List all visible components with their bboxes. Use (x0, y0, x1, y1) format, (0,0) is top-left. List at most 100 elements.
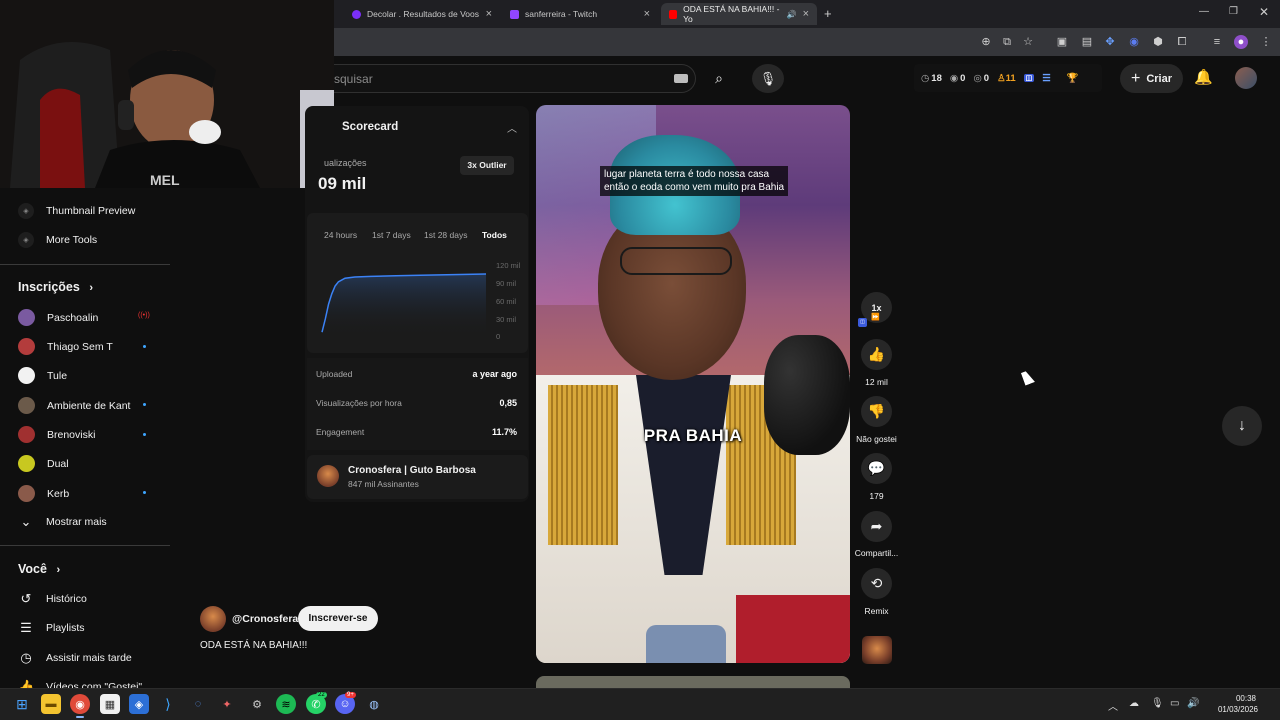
search-button[interactable]: ⌕ (700, 64, 738, 93)
comments-button[interactable]: 💬 (861, 453, 892, 484)
live-indicator-icon: ((•)) (138, 312, 150, 319)
menu-kebab-icon[interactable]: ⋮ (1259, 35, 1273, 49)
next-video-button[interactable]: ↓ (1222, 406, 1262, 446)
vscode-icon[interactable]: ⟩ (158, 694, 178, 714)
extension-icon[interactable]: ◉ (1127, 35, 1141, 49)
extension-icon[interactable]: ✥ (1103, 35, 1117, 49)
keyboard-icon[interactable] (674, 74, 688, 83)
channel-name[interactable]: Cronosfera | Guto Barbosa (348, 465, 476, 476)
arrow-down-icon: ↓ (1238, 417, 1246, 434)
list-icon[interactable]: ☰ (1042, 73, 1051, 84)
subscribe-button[interactable]: Inscrever-se (298, 606, 378, 631)
app-icon[interactable]: ⚙ (247, 694, 267, 714)
range-tab-all[interactable]: Todos (482, 230, 507, 240)
chrome-icon[interactable]: ◉ (70, 694, 90, 718)
close-tab-icon[interactable]: × (644, 8, 650, 20)
sidebar-show-more[interactable]: ⌄ Mostrar mais (18, 514, 107, 530)
close-window-icon[interactable]: ✕ (1259, 5, 1269, 19)
sidebar-item-thiago-sem-t[interactable]: Thiago Sem T (18, 338, 113, 355)
stat-label-uploaded: Uploaded (316, 369, 353, 379)
sidebar-item-dual[interactable]: Dual (18, 455, 69, 472)
sound-thumbnail[interactable] (862, 636, 892, 664)
clock-icon: ◷ (921, 72, 930, 84)
profile-icon[interactable]: ● (1234, 35, 1248, 49)
extension-logo-icon[interactable]: ◫ (1023, 74, 1035, 82)
extension-stats-bar[interactable]: ◷ 18 ◉ 0 ◎ 0 ♙11 ◫ ☰ 🏆 (914, 64, 1102, 92)
app-icon[interactable]: ✦ (217, 694, 237, 714)
clock-icon: ◷ (20, 650, 32, 665)
channel-avatar[interactable] (200, 606, 226, 632)
channel-handle[interactable]: @Cronosfera (232, 613, 298, 625)
volume-icon[interactable]: 🔊 (1187, 698, 1199, 709)
remix-button[interactable]: ⟲ (861, 568, 892, 599)
search-input[interactable]: squisar (334, 72, 373, 86)
install-app-icon[interactable]: ⧉ (1000, 35, 1014, 49)
notifications-bell-icon[interactable]: 🔔 (1194, 68, 1213, 86)
chevron-up-icon[interactable]: ︿ (507, 120, 517, 135)
media-controls-icon[interactable]: ≡ (1210, 35, 1224, 49)
tab-title: sanferreira - Twitch (525, 9, 598, 19)
sidebar-item-ambiente-de-kant[interactable]: Ambiente de Kant (18, 397, 130, 414)
file-explorer-icon[interactable]: ▬ (41, 694, 61, 714)
sidebar-item-more-tools[interactable]: ◈ More Tools (18, 232, 97, 248)
you-header[interactable]: Você › (18, 562, 60, 576)
account-avatar[interactable] (1235, 67, 1257, 89)
range-tab-28d[interactable]: 1st 28 days (424, 230, 467, 240)
extension-icon[interactable]: ▣ (1055, 35, 1069, 49)
channel-card[interactable] (307, 455, 528, 499)
voice-search-button[interactable]: 🎙 (752, 64, 784, 93)
sidebar-item-tule[interactable]: Tule (18, 367, 67, 384)
dislike-button[interactable]: 👎 (861, 396, 892, 427)
browser-tab-youtube[interactable]: ODA ESTÁ NA BAHIA!!! - Yo 🔊 × (661, 3, 817, 25)
clock-time[interactable]: 00:38 (1222, 694, 1270, 703)
audio-playing-icon[interactable]: 🔊 (787, 10, 797, 19)
clock-date[interactable]: 01/03/2026 (1206, 705, 1270, 714)
steam-icon[interactable]: ◍ (364, 694, 384, 714)
minimize-icon[interactable]: — (1199, 6, 1209, 17)
browser-tab-decolar[interactable]: Decolar . Resultados de Voos × (344, 3, 500, 25)
chevron-down-icon: ⌄ (20, 514, 32, 529)
channel-avatar (18, 397, 35, 414)
new-content-dot (143, 433, 146, 436)
channel-avatar (317, 465, 339, 487)
create-button[interactable]: + Criar (1120, 64, 1183, 93)
sidebar-item-watch-later[interactable]: ◷ Assistir mais tarde (18, 650, 131, 666)
range-tab-24h[interactable]: 24 hours (324, 230, 357, 240)
extension-icon[interactable]: ▤ (1080, 35, 1094, 49)
windows-start-icon[interactable]: ⊞ (12, 694, 32, 714)
sidebar-item-playlists[interactable]: ☰ Playlists (18, 620, 84, 636)
streamer-webcam-image: MEL (0, 0, 334, 188)
store-icon[interactable]: ▦ (100, 694, 120, 714)
new-tab-icon[interactable]: + (824, 6, 832, 21)
sidebar-item-brenoviski[interactable]: Brenoviski (18, 426, 95, 443)
network-icon[interactable]: ▭ (1170, 698, 1179, 709)
bookmark-star-icon[interactable]: ☆ (1021, 35, 1035, 49)
edge-like-icon[interactable]: ◈ (129, 694, 149, 714)
browser-tab-twitch[interactable]: sanferreira - Twitch × (502, 3, 658, 25)
comment-icon: 💬 (867, 460, 886, 476)
close-tab-icon[interactable]: × (803, 8, 809, 20)
subscriptions-header[interactable]: Inscrições › (18, 280, 93, 294)
sidebar-item-thumbnail-preview[interactable]: ◈ Thumbnail Preview (18, 203, 135, 219)
microphone-icon[interactable]: 🎙 (1151, 698, 1164, 709)
sidebar-item-paschoalin[interactable]: Paschoalin (18, 309, 98, 326)
extensions-puzzle-icon[interactable]: ⧠ (1175, 35, 1189, 49)
restore-icon[interactable]: ❐ (1229, 6, 1238, 17)
share-button[interactable]: ➦ (861, 511, 892, 542)
search-box[interactable] (334, 64, 696, 93)
sidebar-item-kerb[interactable]: Kerb (18, 485, 69, 502)
plus-icon: + (1130, 69, 1141, 87)
range-tab-7d[interactable]: 1st 7 days (372, 230, 411, 240)
tray-chevron-up-icon[interactable]: ︿ (1108, 698, 1118, 713)
next-short-preview[interactable] (536, 676, 850, 688)
like-button[interactable]: 👍 (861, 339, 892, 370)
close-tab-icon[interactable]: × (486, 8, 492, 20)
app-icon[interactable]: ◌ (188, 694, 208, 714)
shield-icon[interactable]: ⬢ (1151, 35, 1165, 49)
zoom-icon[interactable]: ⊕ (979, 35, 993, 49)
sidebar-item-history[interactable]: ↺ Histórico (18, 591, 87, 607)
tab-title: Decolar . Resultados de Voos (367, 9, 479, 19)
trophy-icon[interactable]: 🏆 (1067, 73, 1079, 84)
onedrive-cloud-icon[interactable]: ☁ (1129, 698, 1139, 709)
spotify-icon[interactable]: ≋ (276, 694, 296, 714)
